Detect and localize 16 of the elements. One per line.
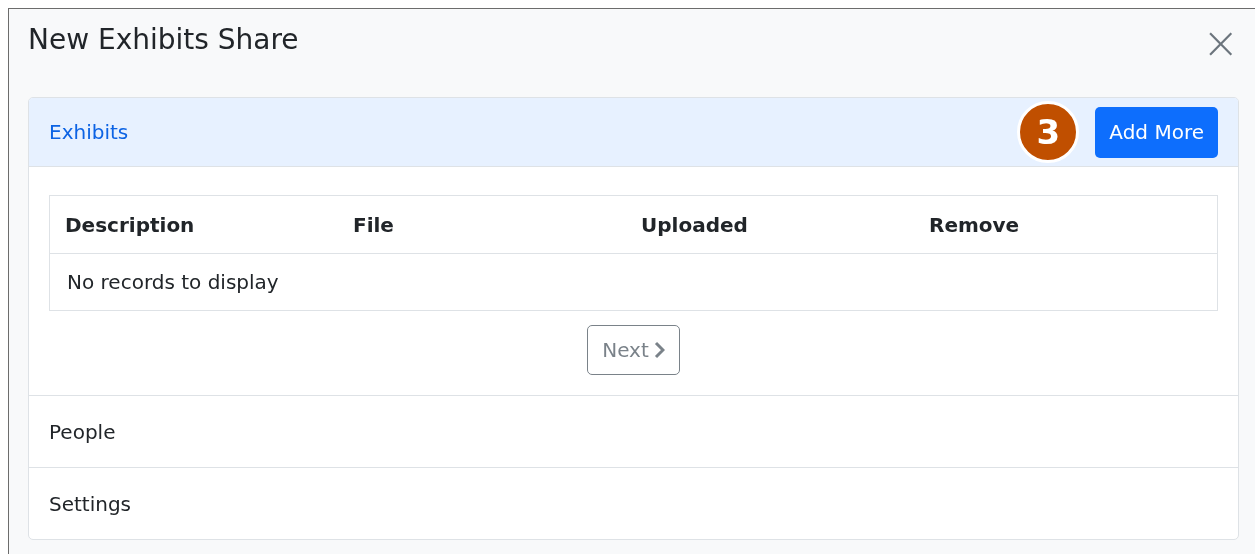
accordion-header[interactable]: People [29, 396, 1238, 467]
dialog-title: New Exhibits Share [28, 22, 299, 58]
accordion-header[interactable]: Exhibits 3 Add More [29, 98, 1238, 167]
section-title: Exhibits [49, 119, 129, 146]
section-title: People [49, 418, 116, 446]
step-badge: 3 [1017, 101, 1080, 163]
empty-message: No records to display [67, 269, 279, 296]
accordion-header[interactable]: Settings [29, 468, 1238, 539]
close-button[interactable]: × [1202, 21, 1239, 65]
section-title: Settings [49, 490, 132, 518]
chevron-right-icon [652, 341, 665, 359]
column-header: Uploaded [641, 211, 748, 239]
column-header: File [353, 211, 394, 239]
column-header: Remove [929, 211, 1020, 239]
add-more-button[interactable]: Add More [1095, 106, 1218, 158]
column-header: Description [65, 211, 195, 239]
